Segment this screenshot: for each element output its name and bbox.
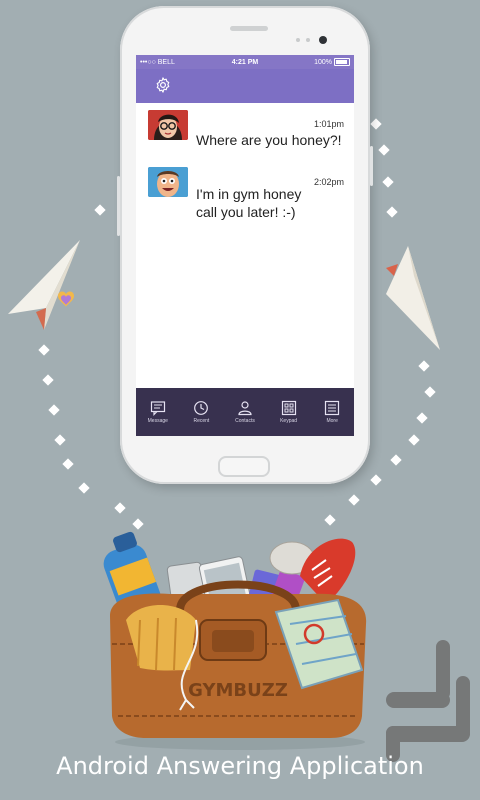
- app-bar: [136, 69, 354, 103]
- keypad-icon: [281, 400, 296, 416]
- tab-keypad[interactable]: Keypad: [267, 388, 311, 436]
- message-text: I'm in gym honey call you later! :-): [196, 186, 302, 220]
- tab-message[interactable]: Message: [136, 388, 180, 436]
- list-icon: [325, 400, 340, 416]
- gym-bag-illustration: GYMBUZZ: [103, 531, 367, 750]
- phone-sensor: [306, 38, 310, 42]
- message-time: 1:01pm: [313, 119, 344, 129]
- tab-label: Contacts: [235, 418, 255, 424]
- message-icon: [150, 401, 165, 416]
- phone-volume-button: [117, 176, 120, 236]
- app-screen: •••○○ BELL 4:21 PM 100% 1:01pm Where are…: [136, 55, 354, 436]
- bottom-tab-bar: Message Recent Contacts Keypad More: [136, 388, 354, 436]
- message-item[interactable]: 2:02pm I'm in gym honey call you later! …: [136, 165, 354, 229]
- man-avatar-icon: [148, 167, 188, 197]
- message-item[interactable]: 1:01pm Where are you honey?!: [136, 103, 354, 155]
- phone-speaker: [230, 26, 268, 31]
- phone-front-camera: [319, 36, 327, 44]
- phone-sensor: [296, 38, 300, 42]
- battery-icon: [334, 58, 350, 66]
- message-text: Where are you honey?!: [196, 132, 342, 148]
- paper-plane-left-icon: [8, 240, 80, 330]
- person-icon: [238, 401, 252, 416]
- paper-plane-right-icon: [386, 246, 440, 350]
- watermark-logo: [386, 640, 470, 762]
- status-time: 4:21 PM: [231, 58, 259, 66]
- tab-label: Recent: [193, 418, 210, 424]
- bag-brand-label: GYMBUZZ: [188, 680, 288, 701]
- clock-icon: [194, 401, 209, 415]
- tab-label: Message: [147, 418, 168, 424]
- message-time: 2:02pm: [313, 177, 344, 187]
- gear-icon[interactable]: [154, 76, 172, 94]
- avatar: [148, 167, 188, 197]
- woman-glasses-avatar-icon: [148, 110, 188, 140]
- tab-more[interactable]: More: [310, 388, 354, 436]
- phone-power-button: [370, 146, 373, 186]
- avatar: [148, 110, 188, 140]
- tab-contacts[interactable]: Contacts: [223, 388, 267, 436]
- status-bar: •••○○ BELL 4:21 PM 100%: [136, 55, 354, 69]
- tab-label: Keypad: [280, 418, 298, 424]
- tab-recent[interactable]: Recent: [180, 388, 224, 436]
- app-caption: Android Answering Application: [56, 752, 424, 780]
- phone-home-button[interactable]: [218, 456, 270, 477]
- tab-label: More: [326, 418, 338, 424]
